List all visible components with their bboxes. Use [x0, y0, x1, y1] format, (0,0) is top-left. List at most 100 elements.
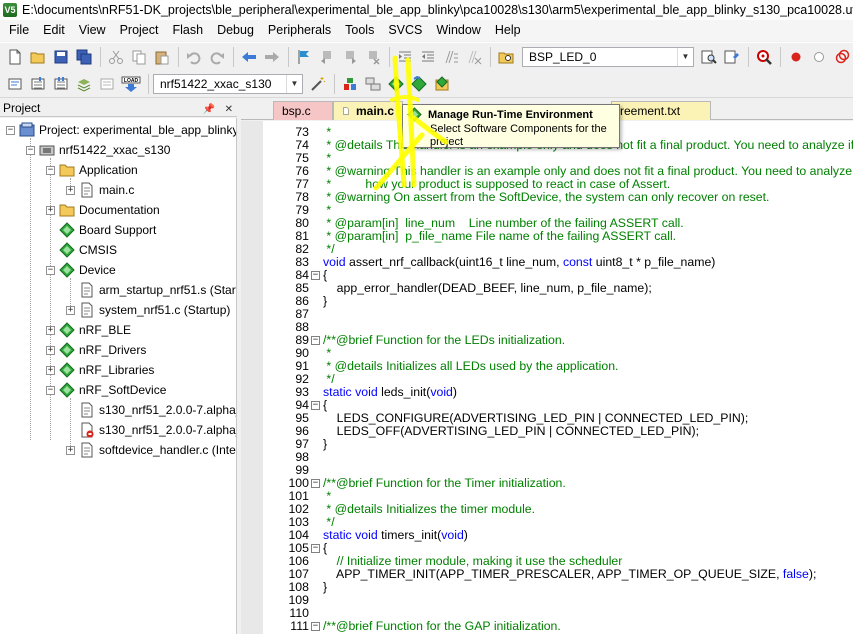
tree-item-nrf-ble[interactable]: + nRF_BLE — [46, 320, 131, 340]
tree-item-nrf-softdevice[interactable]: − nRF_SoftDevice — [46, 380, 166, 400]
navigate-back-button[interactable] — [238, 46, 260, 68]
cut-button[interactable] — [105, 46, 127, 68]
copy-button[interactable] — [128, 46, 150, 68]
save-button[interactable] — [50, 46, 72, 68]
tree-item-s130-softdevice[interactable]: s130_nrf51_2.0.0-7.alpha_softdevice — [66, 420, 236, 440]
save-all-icon — [76, 49, 92, 64]
close-icon[interactable]: ✕ — [225, 104, 233, 115]
tab-main-c[interactable]: main.c — [333, 101, 403, 120]
find-in-files-button[interactable] — [495, 46, 517, 68]
undo-button[interactable] — [183, 46, 205, 68]
menu-file[interactable]: File — [2, 20, 36, 41]
tree-item-arm-startup[interactable]: arm_startup_nrf51.s (Startup) — [66, 280, 236, 300]
fold-collapse-icon[interactable]: − — [311, 401, 320, 410]
fold-collapse-icon[interactable]: − — [311, 336, 320, 345]
pin-icon[interactable]: 📌 — [203, 104, 215, 115]
menu-window[interactable]: Window — [429, 20, 487, 41]
comment-button[interactable] — [440, 46, 462, 68]
translate-button[interactable] — [4, 73, 26, 95]
prev-bookmark-button[interactable] — [316, 46, 338, 68]
expand-icon[interactable]: + — [46, 325, 55, 335]
batch-build-button[interactable] — [73, 73, 95, 95]
clear-breakpoints-button[interactable] — [831, 46, 853, 68]
project-tree: − Project: experimental_ble_app_blinky −… — [0, 118, 237, 634]
select-software-packs-button[interactable] — [408, 73, 430, 95]
collapse-icon[interactable]: − — [46, 265, 55, 275]
redo-button[interactable] — [206, 46, 228, 68]
collapse-icon[interactable]: − — [46, 165, 55, 175]
save-all-button[interactable] — [73, 46, 95, 68]
open-file-button[interactable] — [27, 46, 49, 68]
fold-collapse-icon[interactable]: − — [311, 479, 320, 488]
folder-icon — [59, 164, 75, 177]
navigate-forward-button[interactable] — [261, 46, 283, 68]
tree-item-device[interactable]: − Device — [46, 260, 116, 280]
tree-item-main-c[interactable]: + main.c — [66, 180, 134, 200]
code-line: 85 app_error_handler(DEAD_BEEF, line_num… — [241, 282, 853, 295]
tree-item-softdevice-handler[interactable]: + softdevice_handler.c (Internal) — [66, 440, 236, 460]
tree-item-nrf-libraries[interactable]: + nRF_Libraries — [46, 360, 154, 380]
tree-item-application[interactable]: − Application — [46, 160, 138, 180]
fold-collapse-icon[interactable]: − — [311, 544, 320, 553]
build-button[interactable] — [27, 73, 49, 95]
disable-breakpoint-button[interactable] — [808, 46, 830, 68]
tree-item-nrf-drivers[interactable]: + nRF_Drivers — [46, 340, 146, 360]
paste-button[interactable] — [151, 46, 173, 68]
code-line: 78 * @warning On assert from the SoftDev… — [241, 191, 853, 204]
tree-item-s130-api[interactable]: s130_nrf51_2.0.0-7.alpha_API — [66, 400, 236, 420]
debug-session-button[interactable] — [753, 46, 775, 68]
fold-collapse-icon[interactable]: − — [311, 622, 320, 631]
manage-multi-project-button[interactable] — [362, 73, 384, 95]
menu-tools[interactable]: Tools — [338, 20, 381, 41]
breakpoint-button[interactable] — [785, 46, 807, 68]
expand-icon[interactable]: + — [46, 365, 55, 375]
fold-collapse-icon[interactable]: − — [311, 271, 320, 280]
menu-debug[interactable]: Debug — [210, 20, 261, 41]
tree-item-project[interactable]: − Project: experimental_ble_app_blinky — [6, 120, 236, 140]
expand-icon[interactable]: + — [66, 185, 75, 195]
menu-project[interactable]: Project — [113, 20, 166, 41]
tree-item-board-support[interactable]: Board Support — [46, 220, 156, 240]
file-extensions-button[interactable] — [339, 73, 361, 95]
expand-icon[interactable]: + — [46, 205, 55, 215]
collapse-icon[interactable]: − — [6, 125, 15, 135]
expand-icon[interactable]: + — [46, 345, 55, 355]
code-editor[interactable]: 73 *74 * @details This handler is an exa… — [241, 121, 853, 634]
download-button[interactable]: LOAD — [119, 73, 143, 95]
find-combo[interactable]: BSP_LED_0 ▼ — [522, 46, 694, 67]
manage-rte-button[interactable] — [385, 73, 407, 95]
uncomment-button[interactable] — [463, 46, 485, 68]
clear-bookmarks-button[interactable] — [362, 46, 384, 68]
menu-view[interactable]: View — [72, 20, 113, 41]
incremental-find-icon — [724, 50, 739, 63]
pack-installer-button[interactable] — [431, 73, 453, 95]
menu-svcs[interactable]: SVCS — [381, 20, 429, 41]
menu-flash[interactable]: Flash — [165, 20, 210, 41]
menu-edit[interactable]: Edit — [36, 20, 72, 41]
bookmark-button[interactable] — [293, 46, 315, 68]
rebuild-button[interactable] — [50, 73, 72, 95]
menu-peripherals[interactable]: Peripherals — [261, 20, 338, 41]
tab-agreement-txt[interactable]: reement.txt — [611, 101, 711, 120]
expand-icon[interactable]: + — [66, 305, 75, 315]
expand-icon[interactable]: + — [66, 445, 75, 455]
tab-bsp-c[interactable]: bsp.c — [273, 101, 333, 120]
tree-item-target[interactable]: − nrf51422_xxac_s130 — [26, 140, 170, 160]
tree-item-system-nrf51[interactable]: + system_nrf51.c (Startup) — [66, 300, 230, 320]
stop-build-button[interactable] — [96, 73, 118, 95]
new-file-button[interactable] — [4, 46, 26, 68]
unindent-button[interactable] — [417, 46, 439, 68]
find-button[interactable] — [698, 46, 720, 68]
chevron-down-icon[interactable]: ▼ — [286, 74, 302, 93]
tree-item-documentation[interactable]: + Documentation — [46, 200, 160, 220]
tree-item-cmsis[interactable]: CMSIS — [46, 240, 117, 260]
collapse-icon[interactable]: − — [46, 385, 55, 395]
incremental-find-button[interactable] — [721, 46, 743, 68]
indent-button[interactable] — [394, 46, 416, 68]
chevron-down-icon[interactable]: ▼ — [677, 47, 693, 66]
next-bookmark-button[interactable] — [339, 46, 361, 68]
collapse-icon[interactable]: − — [26, 145, 35, 155]
target-select[interactable]: nrf51422_xxac_s130 ▼ — [153, 73, 303, 94]
menu-help[interactable]: Help — [488, 20, 528, 41]
target-options-button[interactable] — [307, 73, 329, 95]
